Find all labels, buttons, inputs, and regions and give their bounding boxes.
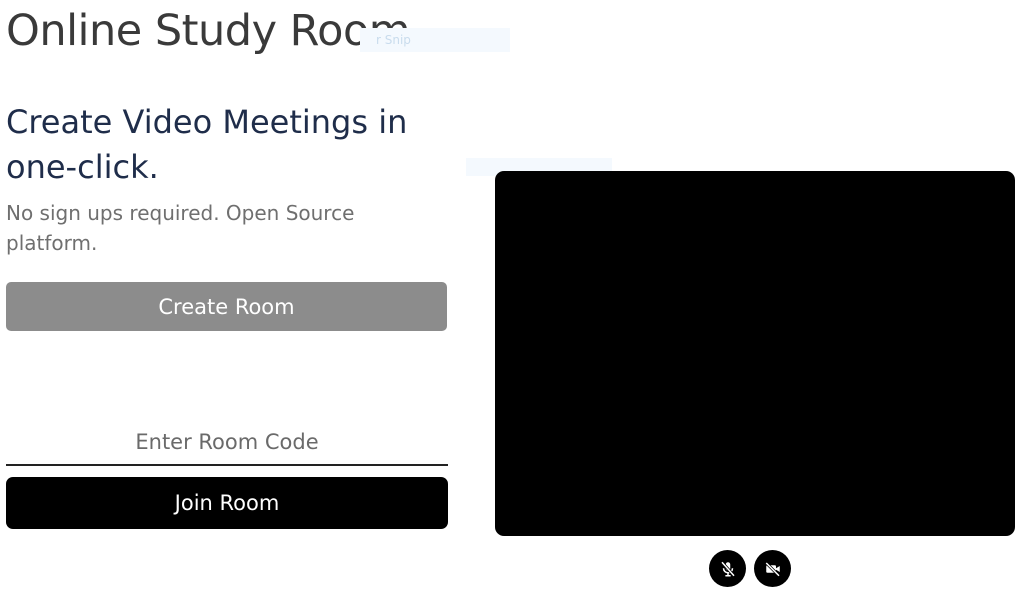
hero-subtext: No sign ups required. Open Source platfo… — [6, 201, 355, 255]
snip-tool-overlay: r Snip — [360, 28, 510, 52]
hero-headline: Create Video Meetings in one-click. — [6, 103, 408, 186]
toggle-camera-button[interactable] — [754, 550, 791, 587]
video-preview — [495, 171, 1015, 536]
page-title: Online Study Room — [6, 6, 411, 56]
video-off-icon — [764, 560, 782, 578]
study-room-page: Online Study Room r Snip Create Video Me… — [0, 0, 1030, 600]
room-code-input[interactable] — [6, 420, 448, 466]
toggle-mic-button[interactable] — [709, 550, 746, 587]
mic-off-icon — [719, 560, 737, 578]
join-room-button[interactable]: Join Room — [6, 477, 448, 529]
create-room-button[interactable]: Create Room — [6, 282, 447, 331]
